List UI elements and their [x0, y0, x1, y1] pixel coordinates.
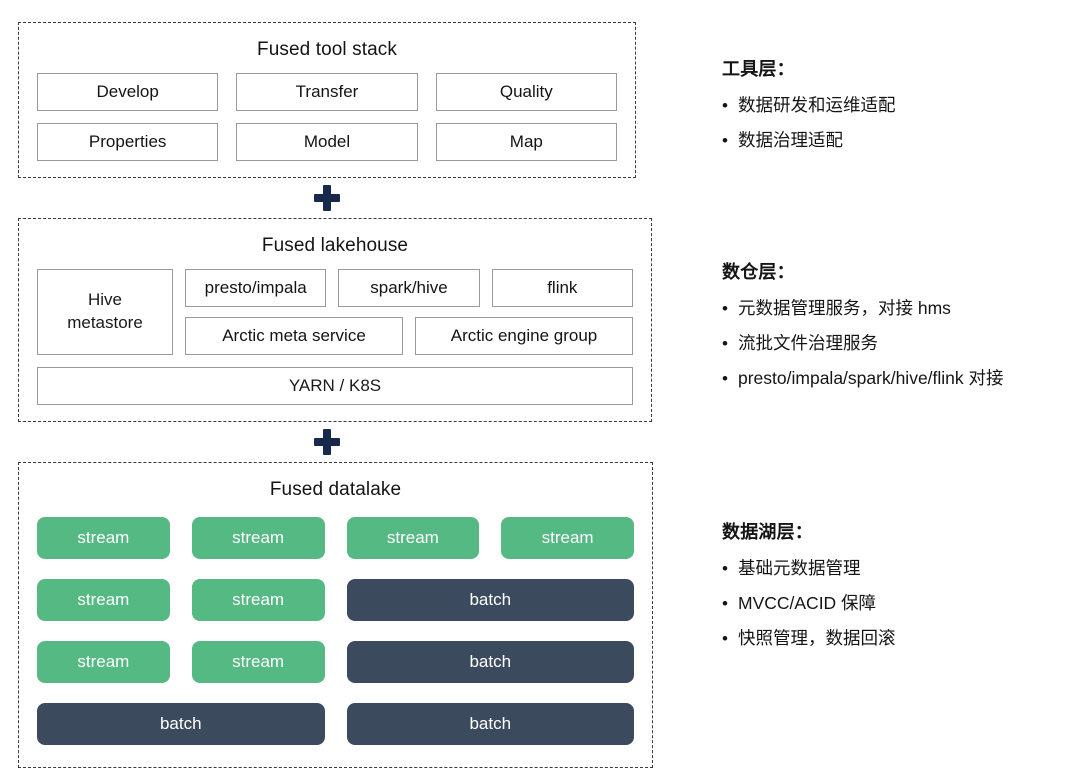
note-block-tool-layer: 工具层： • 数据研发和运维适配 • 数据治理适配 — [722, 55, 1074, 165]
layer-title-datalake: Fused datalake — [269, 479, 402, 500]
note-item: • 快照管理，数据回滚 — [722, 628, 1074, 650]
lakehouse-engine-row: presto/impala spark/hive flink — [185, 269, 633, 307]
lakehouse-box-spark-hive[interactable]: spark/hive — [338, 269, 480, 307]
note-item-text: 流批文件治理服务 — [738, 332, 878, 353]
datalake-cell-batch[interactable]: batch — [346, 641, 634, 683]
layer-fused-lakehouse: Fused lakehouse Hive metastore presto/im… — [18, 218, 652, 422]
datalake-cell-batch[interactable]: batch — [346, 579, 634, 621]
datalake-cell-stream[interactable]: stream — [501, 517, 634, 559]
tool-box-map[interactable]: Map — [435, 123, 617, 161]
note-item-text: 数据研发和运维适配 — [738, 95, 896, 115]
hive-metastore-line-2: metastore — [67, 313, 143, 332]
datalake-cell-stream[interactable]: stream — [191, 641, 325, 683]
bullet-icon: • — [722, 96, 728, 115]
note-item-text: 数据治理适配 — [738, 129, 843, 150]
note-item: • 元数据管理服务，对接 hms — [722, 298, 1074, 320]
bullet-icon: • — [722, 559, 728, 578]
lakehouse-right-column: presto/impala spark/hive flink Arctic me… — [185, 269, 633, 355]
note-heading-warehouse-layer: 数仓层： — [722, 262, 795, 282]
bullet-icon: • — [722, 299, 728, 318]
lakehouse-box-arctic-meta-service[interactable]: Arctic meta service — [185, 317, 403, 355]
note-item-text: presto/impala/spark/hive/flink 对接 — [738, 367, 1004, 388]
bullet-icon: • — [722, 368, 728, 388]
note-item-text: MVCC/ACID 保障 — [738, 592, 877, 613]
plus-icon — [314, 185, 340, 211]
datalake-cell-stream[interactable]: stream — [346, 517, 480, 559]
layer-fused-tool-stack: Fused tool stack Develop Transfer Qualit… — [18, 22, 636, 178]
datalake-cell-stream[interactable]: stream — [37, 641, 170, 683]
note-item-text: 快照管理，数据回滚 — [738, 627, 896, 648]
tool-box-develop[interactable]: Develop — [37, 73, 219, 111]
layer-fused-datalake: Fused datalake stream stream stream stream s… — [18, 462, 653, 768]
lakehouse-box-hive-metastore[interactable]: Hive metastore — [37, 269, 173, 355]
note-heading-tool-layer: 工具层： — [722, 59, 795, 79]
bullet-icon: • — [722, 628, 728, 648]
datalake-cell-batch[interactable]: batch — [37, 703, 325, 745]
lakehouse-service-row: Arctic meta service Arctic engine group — [185, 317, 633, 355]
note-item: • 基础元数据管理 — [722, 558, 1074, 580]
note-item: • 流批文件治理服务 — [722, 333, 1074, 355]
bullet-icon: • — [722, 333, 728, 353]
note-item: • 数据治理适配 — [722, 130, 1074, 152]
note-item: • MVCC/ACID 保障 — [722, 593, 1074, 615]
note-item-text: 元数据管理服务，对接 hms — [738, 298, 951, 318]
note-item: • presto/impala/spark/hive/flink 对接 — [722, 368, 1074, 390]
hive-metastore-line-1: Hive — [87, 290, 122, 310]
datalake-cell-stream[interactable]: stream — [191, 517, 325, 559]
tool-box-model[interactable]: Model — [236, 123, 418, 161]
bullet-icon: • — [722, 130, 728, 150]
tool-box-properties[interactable]: Properties — [37, 123, 219, 161]
datalake-cell-stream[interactable]: stream — [191, 579, 325, 621]
lakehouse-box-yarn-k8s[interactable]: YARN / K8S — [37, 367, 633, 405]
note-block-warehouse-layer: 数仓层： • 元数据管理服务，对接 hms • 流批文件治理服务 • prest… — [722, 258, 1074, 403]
layer-title-lakehouse: Fused lakehouse — [261, 235, 409, 256]
bullet-icon: • — [722, 593, 728, 613]
layer-title-tool-stack: Fused tool stack — [257, 39, 397, 60]
datalake-cell-stream[interactable]: stream — [37, 579, 170, 621]
note-heading-datalake-layer: 数据湖层： — [722, 522, 813, 542]
tool-box-transfer[interactable]: Transfer — [236, 73, 418, 111]
connector-plus-2 — [18, 422, 636, 462]
lakehouse-box-presto-impala[interactable]: presto/impala — [185, 269, 327, 307]
note-block-datalake-layer: 数据湖层： • 基础元数据管理 • MVCC/ACID 保障 • 快照管理，数据… — [722, 518, 1074, 663]
datalake-grid: stream stream stream stream stream stream batc… — [37, 513, 634, 745]
note-item-text: 基础元数据管理 — [738, 558, 861, 578]
plus-icon — [314, 429, 340, 455]
tool-stack-grid: Develop Transfer Quality Properties Mode… — [37, 73, 617, 161]
lakehouse-box-flink[interactable]: flink — [491, 269, 633, 307]
tool-box-quality[interactable]: Quality — [435, 73, 617, 111]
lakehouse-main-row: Hive metastore presto/impala spark/hive … — [37, 269, 633, 355]
connector-plus-1 — [18, 178, 636, 218]
datalake-cell-batch[interactable]: batch — [346, 703, 634, 745]
note-item: • 数据研发和运维适配 — [722, 95, 1074, 117]
datalake-cell-stream[interactable]: stream — [37, 517, 170, 559]
architecture-diagram: Fused tool stack Develop Transfer Qualit… — [18, 22, 653, 768]
lakehouse-box-arctic-engine-group[interactable]: Arctic engine group — [415, 317, 633, 355]
